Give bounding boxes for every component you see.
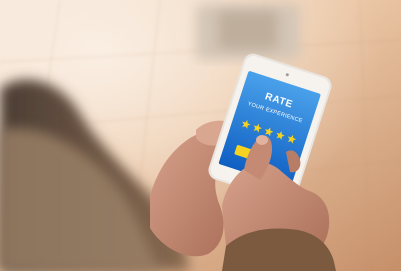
background-object <box>196 4 300 60</box>
photo-scene: RATE YOUR EXPERIENCE <box>0 0 401 271</box>
